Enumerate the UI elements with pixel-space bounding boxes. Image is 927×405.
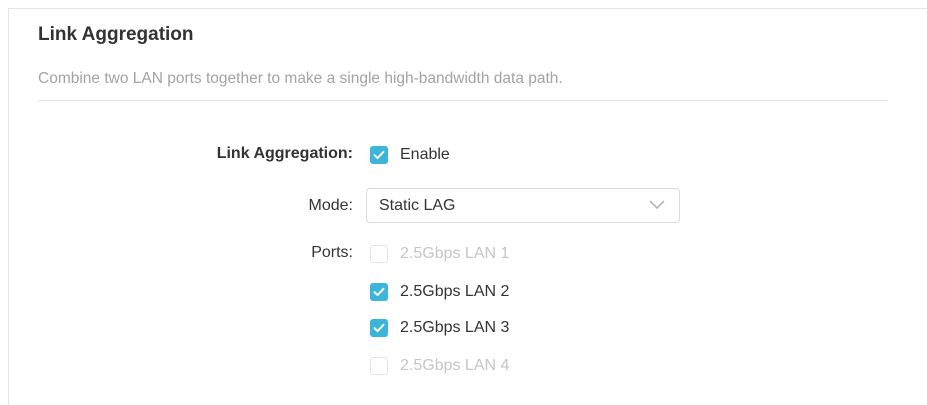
checkmark-icon[interactable] (370, 283, 388, 301)
port-label-lan2[interactable]: 2.5Gbps LAN 2 (400, 283, 509, 301)
port-label-lan4: 2.5Gbps LAN 4 (400, 357, 510, 374)
link-aggregation-enable-checkbox[interactable]: Enable (370, 144, 450, 166)
mode-label: Mode: (308, 197, 353, 214)
checkbox-box (370, 357, 388, 375)
divider (38, 100, 888, 101)
port-checkbox-lan3[interactable]: 2.5Gbps LAN 3 (370, 317, 509, 339)
ports-label: Ports: (311, 244, 353, 261)
link-aggregation-label: Link Aggregation: (216, 145, 353, 162)
port-checkbox-lan4: 2.5Gbps LAN 4 (370, 355, 509, 377)
port-label-lan3[interactable]: 2.5Gbps LAN 3 (400, 319, 509, 337)
port-checkbox-lan1: 2.5Gbps LAN 1 (370, 243, 509, 265)
checkmark-icon[interactable] (370, 146, 388, 164)
section-title: Link Aggregation (38, 24, 194, 45)
mode-select-value: Static LAG (379, 196, 456, 214)
section-description: Combine two LAN ports together to make a… (38, 70, 563, 87)
checkmark-icon[interactable] (370, 319, 388, 337)
port-label-lan1: 2.5Gbps LAN 1 (400, 245, 510, 262)
checkbox-box (370, 245, 388, 263)
port-checkbox-lan2[interactable]: 2.5Gbps LAN 2 (370, 281, 509, 303)
enable-label[interactable]: Enable (400, 146, 450, 164)
mode-select[interactable]: Static LAG (366, 188, 680, 223)
chevron-down-icon (649, 197, 665, 215)
